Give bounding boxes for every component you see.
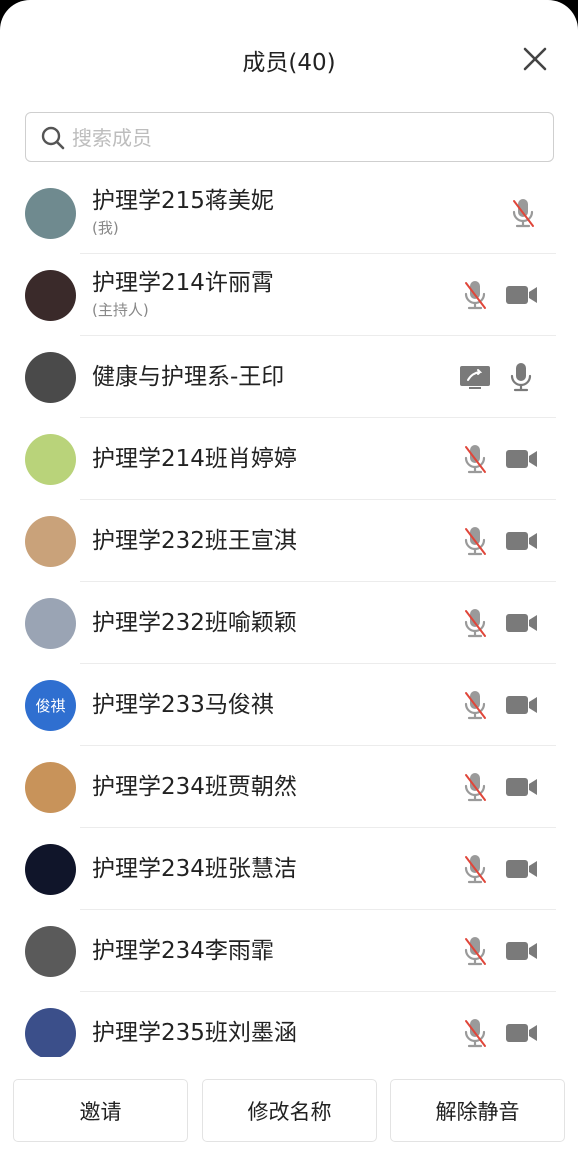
mic-icon[interactable] <box>504 360 538 394</box>
avatar <box>25 762 76 813</box>
member-name: 护理学214班肖婷婷 <box>92 446 297 472</box>
unmute-all-button[interactable]: 解除静音 <box>390 1079 565 1142</box>
mic-muted-icon[interactable] <box>506 196 540 230</box>
camera-icon[interactable] <box>504 852 538 886</box>
invite-button[interactable]: 邀请 <box>13 1079 188 1142</box>
avatar <box>25 352 76 403</box>
camera-icon[interactable] <box>504 1016 538 1050</box>
member-name: 护理学233马俊祺 <box>92 692 274 718</box>
mic-muted-icon[interactable] <box>458 770 492 804</box>
member-name: 护理学234李雨霏 <box>92 938 274 964</box>
camera-icon[interactable] <box>504 934 538 968</box>
screen-share-icon[interactable] <box>458 360 492 394</box>
camera-icon[interactable] <box>504 278 538 312</box>
camera-icon[interactable] <box>504 688 538 722</box>
avatar <box>25 1008 76 1057</box>
footer-toolbar: 邀请 修改名称 解除静音 <box>0 1070 578 1162</box>
mic-muted-icon[interactable] <box>458 688 492 722</box>
member-row[interactable]: 俊祺 护理学233马俊祺 <box>0 664 578 746</box>
member-row[interactable]: 护理学215蒋美妮 (我) <box>0 172 578 254</box>
member-name: 护理学215蒋美妮 <box>92 188 274 214</box>
member-name: 健康与护理系-王印 <box>92 364 285 390</box>
mic-muted-icon[interactable] <box>458 934 492 968</box>
member-role-label: (主持人) <box>92 301 149 319</box>
member-row[interactable]: 护理学232班王宣淇 <box>0 500 578 582</box>
avatar <box>25 844 76 895</box>
avatar <box>25 434 76 485</box>
header: 成员(40) <box>0 0 578 110</box>
avatar: 俊祺 <box>25 680 76 731</box>
member-list: 护理学215蒋美妮 (我) 护理学214许丽霄 (主持人) 健康与护理系-王印 <box>0 172 578 1057</box>
mic-muted-icon[interactable] <box>458 524 492 558</box>
members-sheet: 成员(40) 搜索成员 护理学215蒋美妮 (我) 护理学214许丽霄 (主持人) <box>0 0 578 1162</box>
mic-muted-icon[interactable] <box>458 852 492 886</box>
member-row[interactable]: 护理学234李雨霏 <box>0 910 578 992</box>
member-name: 护理学235班刘墨涵 <box>92 1020 297 1046</box>
member-name: 护理学234班张慧洁 <box>92 856 297 882</box>
mic-muted-icon[interactable] <box>458 606 492 640</box>
search-icon <box>41 126 65 150</box>
page-title: 成员(40) <box>242 50 336 76</box>
camera-icon[interactable] <box>504 524 538 558</box>
avatar <box>25 926 76 977</box>
avatar <box>25 270 76 321</box>
camera-icon[interactable] <box>504 606 538 640</box>
avatar <box>25 516 76 567</box>
mic-muted-icon[interactable] <box>458 1016 492 1050</box>
mic-muted-icon[interactable] <box>458 442 492 476</box>
rename-button[interactable]: 修改名称 <box>202 1079 377 1142</box>
member-row[interactable]: 健康与护理系-王印 <box>0 336 578 418</box>
search-placeholder: 搜索成员 <box>72 126 152 150</box>
member-name: 护理学234班贾朝然 <box>92 774 297 800</box>
member-row[interactable]: 护理学214许丽霄 (主持人) <box>0 254 578 336</box>
member-role-label: (我) <box>92 219 119 237</box>
member-name: 护理学214许丽霄 <box>92 270 274 296</box>
mic-muted-icon[interactable] <box>458 278 492 312</box>
member-row[interactable]: 护理学234班贾朝然 <box>0 746 578 828</box>
member-name: 护理学232班喻颖颖 <box>92 610 297 636</box>
search-input[interactable]: 搜索成员 <box>25 112 554 162</box>
camera-icon[interactable] <box>504 442 538 476</box>
avatar <box>25 188 76 239</box>
member-row[interactable]: 护理学214班肖婷婷 <box>0 418 578 500</box>
member-name: 护理学232班王宣淇 <box>92 528 297 554</box>
camera-icon[interactable] <box>504 770 538 804</box>
member-row[interactable]: 护理学234班张慧洁 <box>0 828 578 910</box>
avatar <box>25 598 76 649</box>
member-row[interactable]: 护理学235班刘墨涵 <box>0 992 578 1057</box>
member-row[interactable]: 护理学232班喻颖颖 <box>0 582 578 664</box>
close-icon[interactable] <box>518 42 552 76</box>
